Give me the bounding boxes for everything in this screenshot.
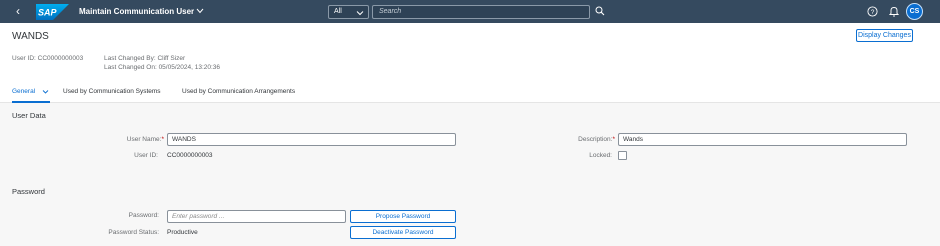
search-input[interactable]: Search [372,5,590,19]
description-label: Description:* [578,136,615,143]
help-icon[interactable]: ? [867,6,878,17]
page-title: WANDS [12,31,49,42]
app-title[interactable]: Maintain Communication User [79,7,194,16]
avatar[interactable]: CS [906,3,923,20]
sap-logo[interactable]: SAP [36,4,69,20]
svg-text:SAP: SAP [38,8,58,18]
tab-used-by-communication-systems[interactable]: Used by Communication Systems [63,88,161,95]
last-changed-by: Last Changed By: Cliff Sizer [104,55,186,62]
chevron-down-icon [356,11,364,16]
chevron-down-icon[interactable] [196,6,204,16]
locked-label: Locked: [589,152,612,159]
last-changed-on: Last Changed On: 05/05/2024, 13:20:36 [104,64,221,71]
password-status-value: Productive [167,229,198,236]
header-user-id: User ID: CC0000000003 [12,55,84,62]
password-status-label: Password Status: [108,229,159,236]
back-icon[interactable]: ‹ [16,5,28,18]
display-changes-button[interactable]: Display Changes [856,29,913,42]
search-icon[interactable] [595,6,605,16]
password-label: Password: [128,212,159,219]
chevron-down-icon[interactable] [42,89,49,95]
user-id-value: CC0000000003 [167,152,213,159]
search-placeholder: Search [379,8,402,15]
tab-used-by-communication-arrangements[interactable]: Used by Communication Arrangements [182,88,295,95]
user-data-section-title: User Data [12,111,46,120]
user-name-field[interactable]: WANDS [167,133,456,146]
user-id-label: User ID: [134,152,158,159]
deactivate-password-button[interactable]: Deactivate Password [350,226,456,239]
active-tab-indicator [12,101,50,103]
password-section-title: Password [12,187,45,196]
bell-icon[interactable] [889,6,899,17]
svg-text:?: ? [871,9,875,16]
shell-bar: ‹ SAP Maintain Communication User All Se… [0,0,940,23]
propose-password-button[interactable]: Propose Password [350,210,456,223]
search-scope-select[interactable]: All [328,5,369,19]
password-field[interactable]: Enter password ... [167,210,346,223]
tab-bar: General Used by Communication Systems Us… [0,83,940,103]
description-field[interactable]: Wands [618,133,907,146]
user-name-label: User Name:* [126,136,164,143]
locked-checkbox[interactable] [618,151,627,160]
tab-general[interactable]: General [12,88,35,95]
search-scope-value: All [334,8,342,15]
object-header: WANDS Display Changes User ID: CC0000000… [0,23,940,103]
